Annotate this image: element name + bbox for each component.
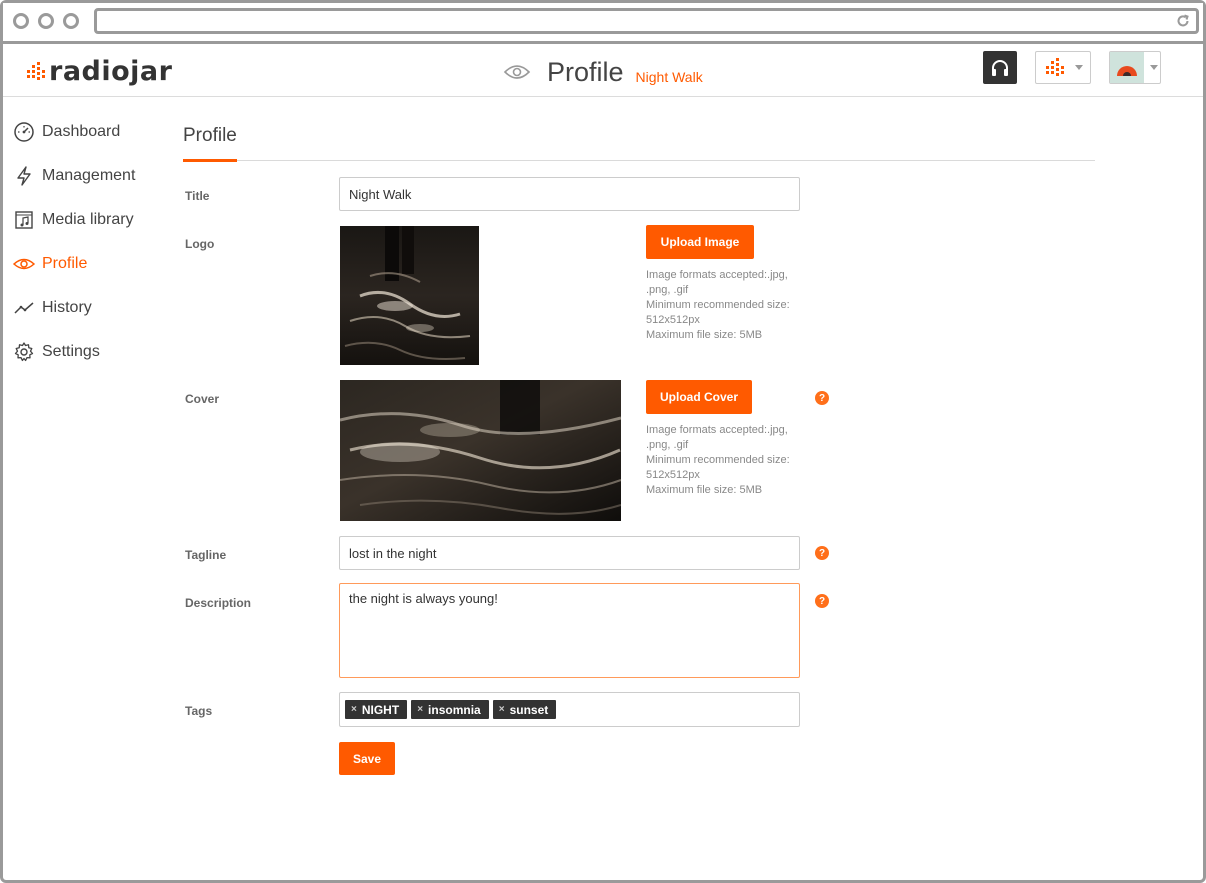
upload-cover-button[interactable]: Upload Cover bbox=[646, 380, 752, 414]
page-title: Profile bbox=[547, 56, 624, 87]
tag-label: insomnia bbox=[428, 702, 481, 717]
header-title-group: Profile Night Walk bbox=[503, 53, 703, 91]
section-title-underline bbox=[183, 159, 237, 162]
cover-row: Cover Upload Cover ? Image formats accep… bbox=[183, 380, 1095, 521]
tag-label: sunset bbox=[509, 702, 549, 717]
cover-hint: Image formats accepted:.jpg, .png, .gif … bbox=[646, 423, 796, 498]
logo-hint: Image formats accepted:.jpg, .png, .gif … bbox=[646, 268, 796, 343]
player-button[interactable] bbox=[983, 51, 1017, 84]
app-header: radiojar Profile Night Walk bbox=[3, 47, 1203, 97]
hint-line: Image formats accepted:.jpg, bbox=[646, 269, 788, 281]
sidebar-item-profile[interactable]: Profile bbox=[3, 242, 173, 286]
equalizer-icon bbox=[1046, 57, 1064, 76]
profile-form: Profile Title Logo bbox=[183, 110, 1095, 775]
hint-line: Maximum file size: 5MB bbox=[646, 484, 763, 496]
tags-row: Tags × NIGHT × insomnia × sunset bbox=[183, 692, 1095, 727]
speedometer-icon bbox=[13, 121, 35, 143]
user-menu-dropdown[interactable] bbox=[1109, 51, 1161, 84]
sidebar-item-dashboard[interactable]: Dashboard bbox=[3, 110, 173, 154]
tag-label: NIGHT bbox=[361, 702, 400, 717]
description-help-icon[interactable]: ? bbox=[815, 594, 829, 608]
window-minimize-button[interactable] bbox=[38, 13, 54, 29]
hint-line: 512x512px bbox=[646, 314, 700, 326]
trend-line-icon bbox=[13, 297, 35, 319]
title-input[interactable] bbox=[339, 177, 800, 211]
chevron-down-icon bbox=[1075, 65, 1083, 70]
sidebar-item-label: Management bbox=[42, 167, 136, 184]
cover-image bbox=[340, 380, 621, 521]
description-textarea[interactable]: the night is always young! bbox=[339, 583, 800, 678]
hint-line: Maximum file size: 5MB bbox=[646, 329, 763, 341]
window-maximize-button[interactable] bbox=[63, 13, 79, 29]
logo-label: Logo bbox=[185, 237, 215, 251]
sidebar-item-history[interactable]: History bbox=[3, 286, 173, 330]
sidebar-nav: Dashboard Management Media library Profi… bbox=[3, 110, 173, 374]
tags-label: Tags bbox=[185, 704, 213, 718]
cover-label: Cover bbox=[185, 392, 220, 406]
music-file-icon bbox=[13, 209, 35, 231]
lightning-icon bbox=[13, 165, 35, 187]
tag-remove-icon[interactable]: × bbox=[417, 704, 423, 715]
logo-wordmark: radiojar bbox=[49, 56, 173, 87]
logo-row: Logo Upload Image Image formats accepted… bbox=[183, 225, 1095, 365]
title-row: Title bbox=[183, 177, 1095, 211]
tag-remove-icon[interactable]: × bbox=[351, 704, 357, 715]
section-divider bbox=[183, 160, 1095, 161]
tagline-help-icon[interactable]: ? bbox=[815, 546, 829, 560]
avatar bbox=[1110, 52, 1144, 83]
logo-image bbox=[340, 226, 479, 365]
window-close-button[interactable] bbox=[13, 13, 29, 29]
eye-icon bbox=[503, 65, 531, 79]
address-bar[interactable] bbox=[94, 8, 1199, 34]
browser-chrome bbox=[3, 3, 1203, 44]
hint-line: Minimum recommended size: bbox=[646, 454, 790, 466]
station-name: Night Walk bbox=[635, 69, 703, 85]
sidebar-item-label: Media library bbox=[42, 211, 134, 228]
sidebar-item-label: History bbox=[42, 299, 92, 316]
eye-icon bbox=[13, 253, 35, 275]
hint-line: Image formats accepted:.jpg, bbox=[646, 424, 788, 436]
sidebar-item-media-library[interactable]: Media library bbox=[3, 198, 173, 242]
tag-chip: × sunset bbox=[492, 700, 557, 719]
description-label: Description bbox=[185, 596, 252, 610]
radiojar-logo[interactable]: radiojar bbox=[27, 56, 173, 87]
sidebar-item-label: Dashboard bbox=[42, 123, 121, 140]
chevron-down-icon bbox=[1150, 65, 1158, 70]
headphones-icon bbox=[992, 59, 1008, 76]
tagline-row: Tagline ? bbox=[183, 536, 1095, 570]
gear-icon bbox=[13, 341, 35, 363]
save-button[interactable]: Save bbox=[339, 742, 395, 775]
hint-line: Minimum recommended size: bbox=[646, 299, 790, 311]
avatar-image bbox=[1117, 65, 1137, 76]
reload-icon[interactable] bbox=[1176, 14, 1190, 28]
tag-chip: × NIGHT bbox=[345, 700, 408, 719]
upload-image-button[interactable]: Upload Image bbox=[646, 225, 754, 259]
hint-line: .png, .gif bbox=[646, 439, 689, 451]
station-switcher-dropdown[interactable] bbox=[1035, 51, 1091, 84]
cover-help-icon[interactable]: ? bbox=[815, 391, 829, 405]
tag-chip: × insomnia bbox=[411, 700, 489, 719]
tags-input[interactable]: × NIGHT × insomnia × sunset bbox=[339, 692, 800, 727]
hint-line: 512x512px bbox=[646, 469, 700, 481]
sidebar-item-settings[interactable]: Settings bbox=[3, 330, 173, 374]
title-label: Title bbox=[185, 189, 210, 203]
hint-line: .png, .gif bbox=[646, 284, 689, 296]
sidebar-item-label: Profile bbox=[42, 255, 88, 272]
section-title: Profile bbox=[183, 125, 237, 146]
sidebar-item-label: Settings bbox=[42, 343, 100, 360]
tagline-input[interactable] bbox=[339, 536, 800, 570]
equalizer-logo-icon bbox=[27, 62, 45, 80]
tag-remove-icon[interactable]: × bbox=[499, 704, 505, 715]
tagline-label: Tagline bbox=[185, 548, 227, 562]
description-row: Description the night is always young! ? bbox=[183, 583, 1095, 678]
sidebar-item-management[interactable]: Management bbox=[3, 154, 173, 198]
